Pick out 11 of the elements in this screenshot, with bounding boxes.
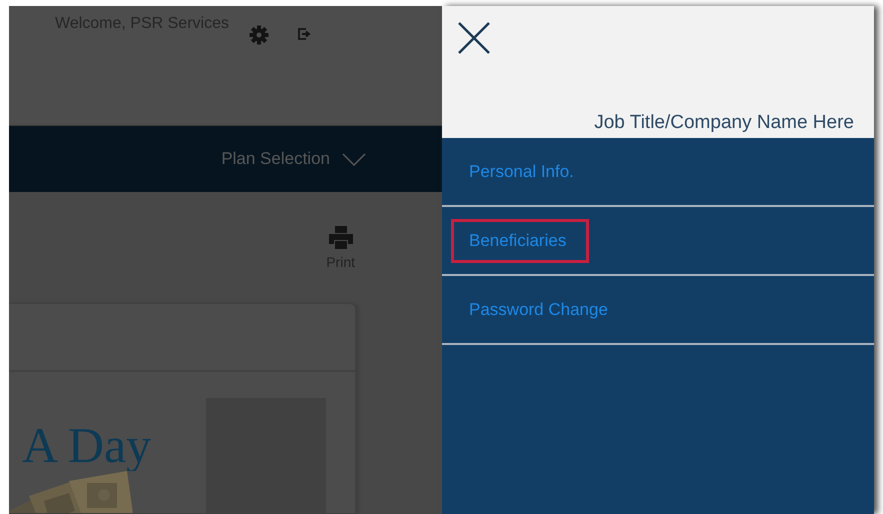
logout-icon[interactable] [296,27,311,41]
settings-icon[interactable] [248,25,269,45]
close-button[interactable] [457,21,491,55]
plan-selection-dropdown[interactable]: Plan Selection [221,149,366,169]
menu-link[interactable]: Beneficiaries [451,218,590,262]
menu-link[interactable]: Personal Info. [451,150,597,194]
printer-icon [328,226,354,250]
menu-link[interactable]: Password Change [451,288,631,332]
job-title-text: Job Title/Company Name Here [593,112,855,134]
chevron-icon [342,152,366,166]
card-heading: A Day [22,416,152,474]
